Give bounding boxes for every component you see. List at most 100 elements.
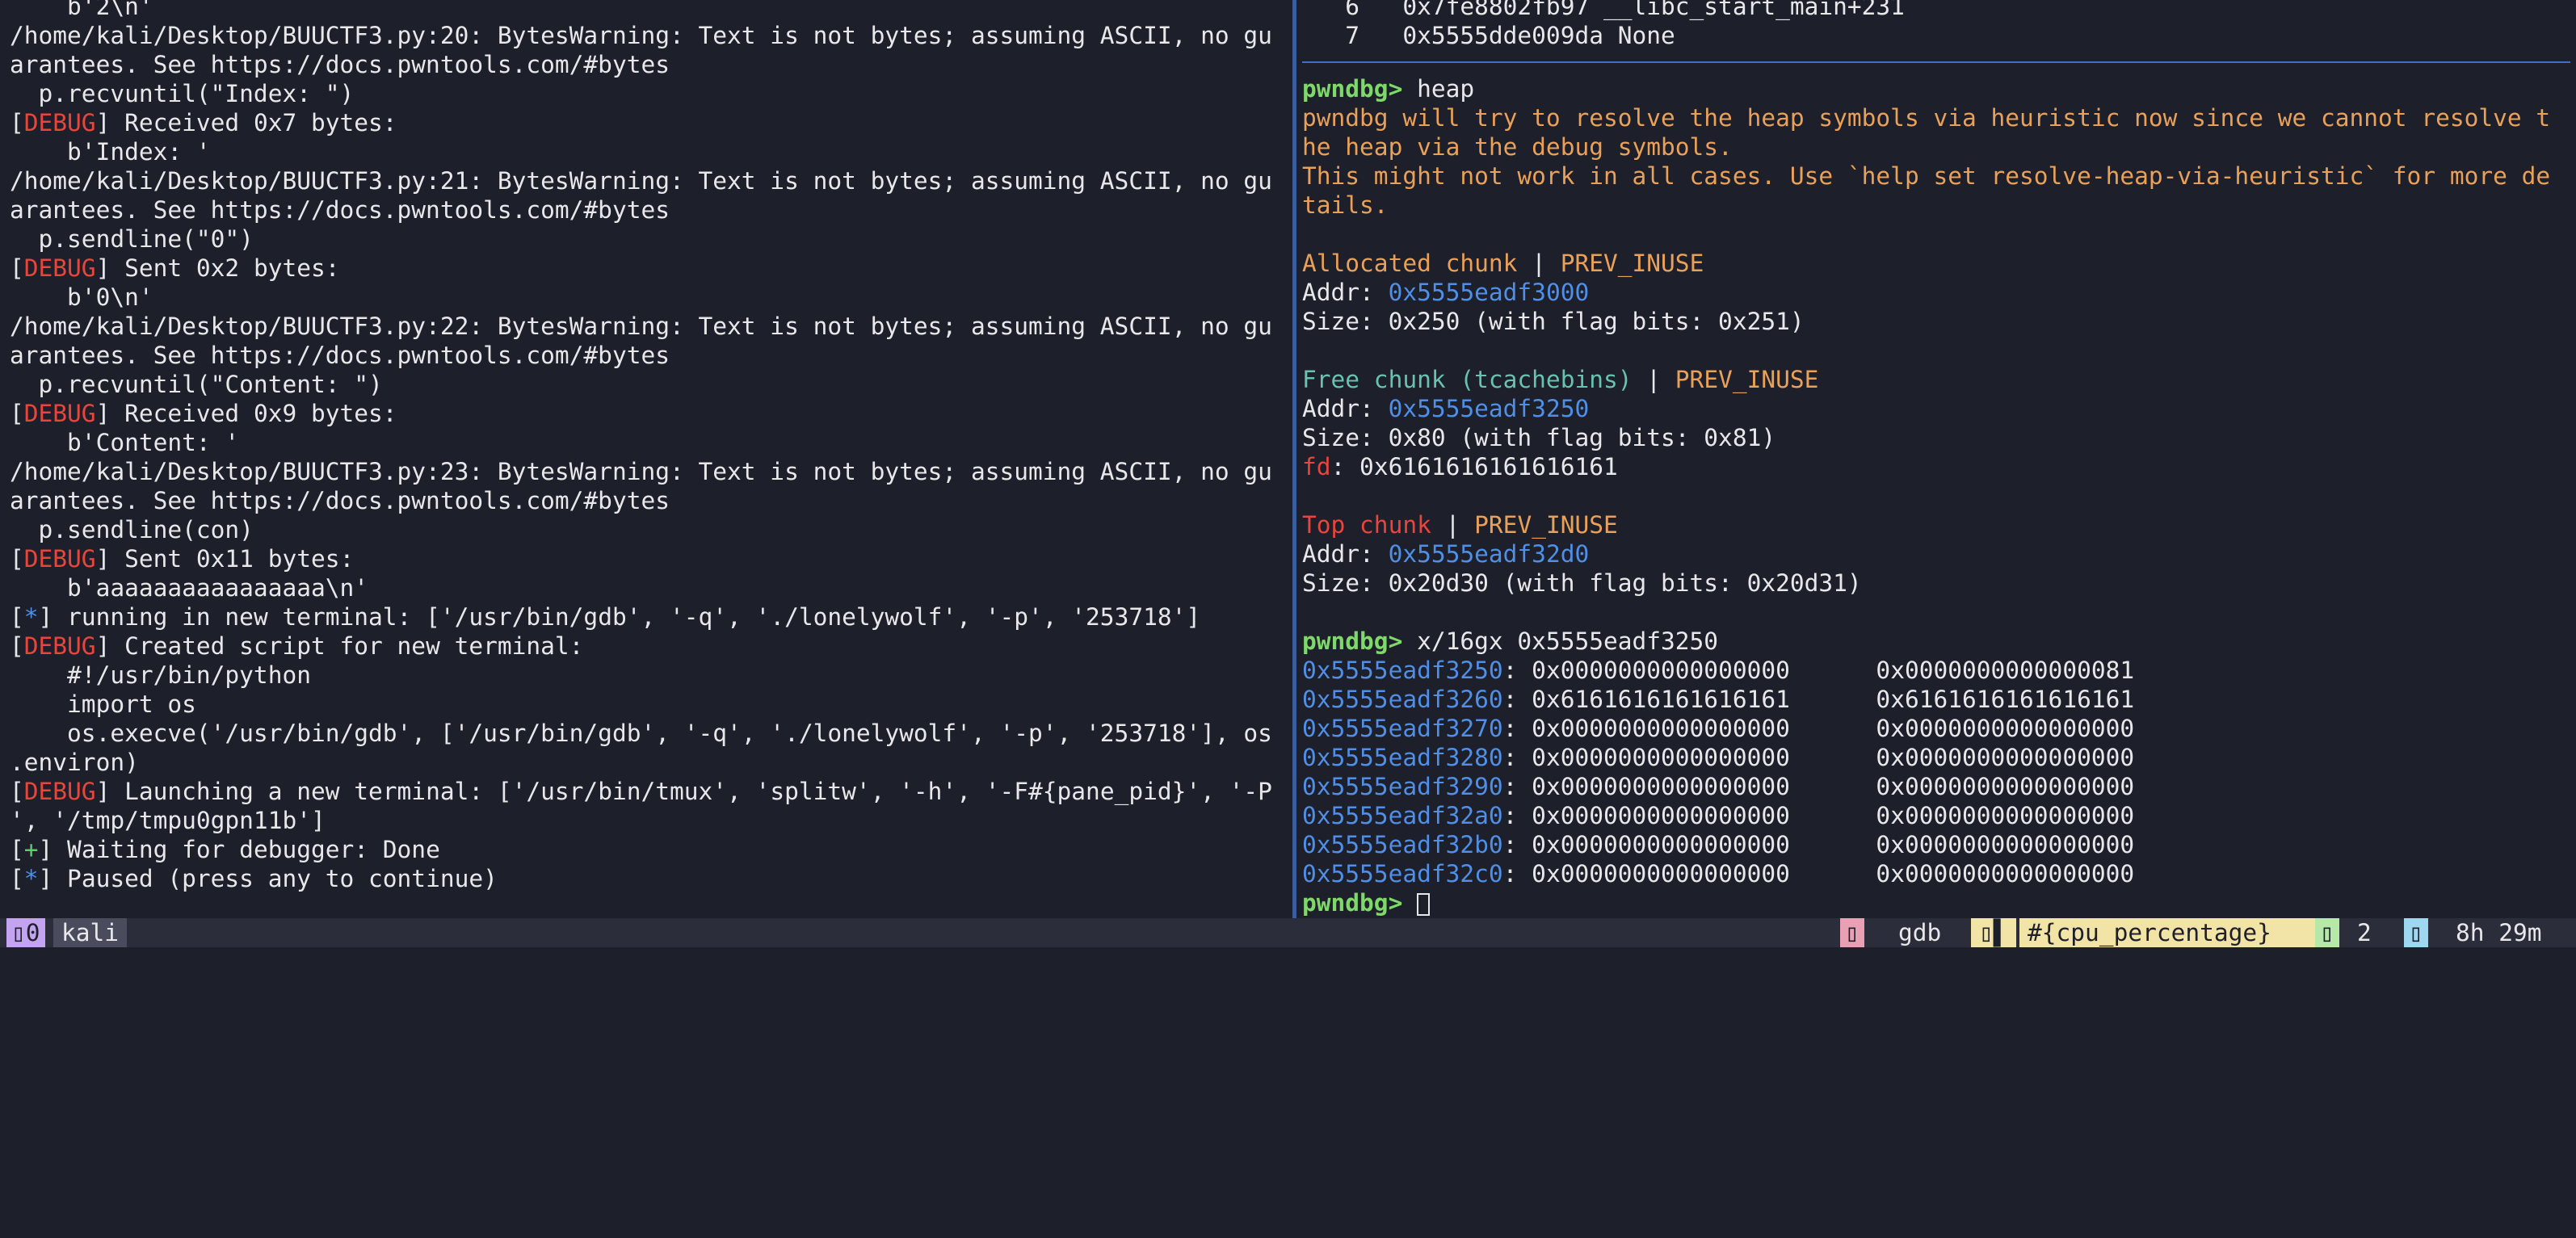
line-text: : 0x0000000000000000 0x0000000000000000 (1502, 773, 2135, 800)
tmux-status-bar: ▯0 kali ▯ gdb ▯▌ #{cpu_percentage} ▯ 2 ▯… (0, 918, 2576, 947)
line-text: PREV_INUSE (1560, 250, 1704, 277)
gdb-line: 0x5555eadf32b0: 0x0000000000000000 0x000… (1302, 830, 2570, 859)
line-text: + (23, 836, 39, 863)
gdb-line: Free chunk (tcachebins) | PREV_INUSE (1302, 365, 2570, 394)
terminal-line: [*] Paused (press any to continue) (10, 864, 1272, 893)
line-text: arantees. See https://docs.pwntools.com/… (10, 487, 670, 514)
line-text: | (1632, 366, 1675, 393)
gdb-line: 0x5555eadf3260: 0x6161616161616161 0x616… (1302, 685, 2570, 714)
gdb-line (1302, 481, 2570, 510)
gdb-line: pwndbg> x/16gx 0x5555eadf3250 (1302, 627, 2570, 656)
terminal-line: [DEBUG] Launching a new terminal: ['/usr… (10, 777, 1272, 806)
line-text: ] Received 0x7 bytes: (95, 109, 397, 136)
line-text: DEBUG (23, 400, 96, 427)
line-text: /home/kali/Desktop/BUUCTF3.py:23: BytesW… (10, 458, 1272, 485)
line-text: ] Paused (press any to continue) (38, 865, 498, 892)
terminal-line: b'0\n' (10, 283, 1272, 312)
pane-divider[interactable] (1292, 0, 1296, 918)
line-text: pwndbg will try to resolve the heap symb… (1302, 104, 2551, 132)
window-tab-kali[interactable]: kali (53, 918, 128, 947)
terminal-line: b'2\n' (10, 0, 1272, 21)
line-text: 0x5555eadf3270 (1302, 715, 1503, 742)
gdb-line: 0x5555eadf3270: 0x0000000000000000 0x000… (1302, 714, 2570, 743)
line-text: b'Index: ' (10, 138, 211, 166)
line-text: #!/usr/bin/python (10, 661, 311, 689)
gdb-line: Top chunk | PREV_INUSE (1302, 510, 2570, 539)
line-text: DEBUG (23, 545, 96, 573)
gdb-line: This might not work in all cases. Use `h… (1302, 162, 2570, 191)
line-text: Addr: (1302, 279, 1389, 306)
terminal-line: arantees. See https://docs.pwntools.com/… (10, 195, 1272, 225)
terminal-line: [DEBUG] Received 0x9 bytes: (10, 399, 1272, 428)
line-text: x/16gx 0x5555eadf3250 (1402, 627, 1719, 655)
window-count-icon: ▯ (2315, 918, 2339, 947)
line-text: [ (10, 400, 24, 427)
session-index: 0 (25, 919, 40, 946)
line-text: 0x5555eadf3000 (1388, 279, 1590, 306)
line-text: DEBUG (23, 778, 96, 805)
gdb-line: 0x5555eadf3280: 0x0000000000000000 0x000… (1302, 743, 2570, 772)
line-text: 0x5555eadf3250 (1388, 395, 1590, 422)
line-text: Free chunk (tcachebins) (1302, 366, 1633, 393)
line-text: 0x5555eadf3250 (1302, 657, 1503, 684)
cpu-icon: ▯▌ (1971, 918, 2016, 947)
line-text: [ (10, 603, 24, 631)
cpu-percentage: #{cpu_percentage} (2019, 918, 2326, 947)
line-text: * (23, 603, 39, 631)
line-text: p.recvuntil("Index: ") (10, 80, 355, 107)
line-text: 0x5555eadf32a0 (1302, 802, 1503, 829)
gdb-line: Size: 0x80 (with flag bits: 0x81) (1302, 423, 2570, 452)
line-text: 6 0x7fe8802fb97 __libc_start_main+231 (1302, 0, 1905, 20)
line-text: : 0x0000000000000000 0x0000000000000000 (1502, 744, 2135, 771)
terminal-line: [DEBUG] Sent 0x11 bytes: (10, 544, 1272, 573)
line-text: Allocated chunk (1302, 250, 1518, 277)
gdb-input-line[interactable]: pwndbg> (1302, 888, 2570, 917)
line-text: p.sendline(con) (10, 516, 254, 543)
line-text: 0x5555eadf3280 (1302, 744, 1503, 771)
terminal-line: import os (10, 690, 1272, 719)
line-text: Addr: (1302, 540, 1389, 568)
terminal-line: [DEBUG] Sent 0x2 bytes: (10, 254, 1272, 283)
line-text: pwndbg> (1302, 75, 1403, 103)
line-text: /home/kali/Desktop/BUUCTF3.py:22: BytesW… (10, 313, 1272, 340)
left-terminal-pane[interactable]: b'2\n'/home/kali/Desktop/BUUCTF3.py:20: … (0, 0, 1292, 918)
line-text: ] Sent 0x2 bytes: (95, 254, 340, 282)
line-text: : 0x0000000000000000 0x0000000000000000 (1502, 860, 2135, 888)
terminal-line: arantees. See https://docs.pwntools.com/… (10, 341, 1272, 370)
line-text: [ (10, 836, 24, 863)
line-text: b'Content: ' (10, 429, 240, 456)
line-text: arantees. See https://docs.pwntools.com/… (10, 342, 670, 369)
gdb-prompt: pwndbg> (1302, 889, 1403, 917)
line-text: import os (10, 690, 196, 718)
backtrace-line: 7 0x5555dde009da None (1302, 21, 2570, 50)
terminal-line: b'Content: ' (10, 428, 1272, 457)
line-text: Size: 0x80 (with flag bits: 0x81) (1302, 424, 1776, 451)
line-text: p.recvuntil("Content: ") (10, 371, 383, 398)
gdb-line (1302, 598, 2570, 627)
window-count: 2 (2357, 919, 2372, 946)
gdb-line: 0x5555eadf32c0: 0x0000000000000000 0x000… (1302, 859, 2570, 888)
line-text: : 0x6161616161616161 (1330, 453, 1618, 481)
terminal-line: b'Index: ' (10, 137, 1272, 166)
gdb-line: fd: 0x6161616161616161 (1302, 452, 2570, 481)
line-text: fd (1302, 453, 1331, 481)
line-text: 0x5555eadf3260 (1302, 686, 1503, 713)
gdb-line (1302, 336, 2570, 365)
gdb-line (1302, 220, 2570, 249)
line-text: 7 0x5555dde009da None (1302, 22, 1675, 49)
gdb-line: Addr: 0x5555eadf32d0 (1302, 539, 2570, 569)
right-terminal-pane[interactable]: 6 0x7fe8802fb97 __libc_start_main+231 7 … (1297, 0, 2576, 918)
line-text: 0x5555eadf32b0 (1302, 831, 1503, 858)
line-text: [ (10, 545, 24, 573)
line-text: This might not work in all cases. Use `h… (1302, 162, 2551, 190)
line-text: ] Waiting for debugger: Done (38, 836, 440, 863)
line-text: 0x5555eadf3290 (1302, 773, 1503, 800)
line-text: : 0x0000000000000000 0x0000000000000081 (1502, 657, 2135, 684)
line-text: : 0x0000000000000000 0x0000000000000000 (1502, 715, 2135, 742)
text-cursor[interactable] (1417, 893, 1431, 916)
terminal-line: p.recvuntil("Content: ") (10, 370, 1272, 399)
terminal-line: [DEBUG] Received 0x7 bytes: (10, 108, 1272, 137)
terminal-line: p.recvuntil("Index: ") (10, 79, 1272, 108)
line-text: ] Launching a new terminal: ['/usr/bin/t… (95, 778, 1272, 805)
gdb-line: tails. (1302, 191, 2570, 220)
